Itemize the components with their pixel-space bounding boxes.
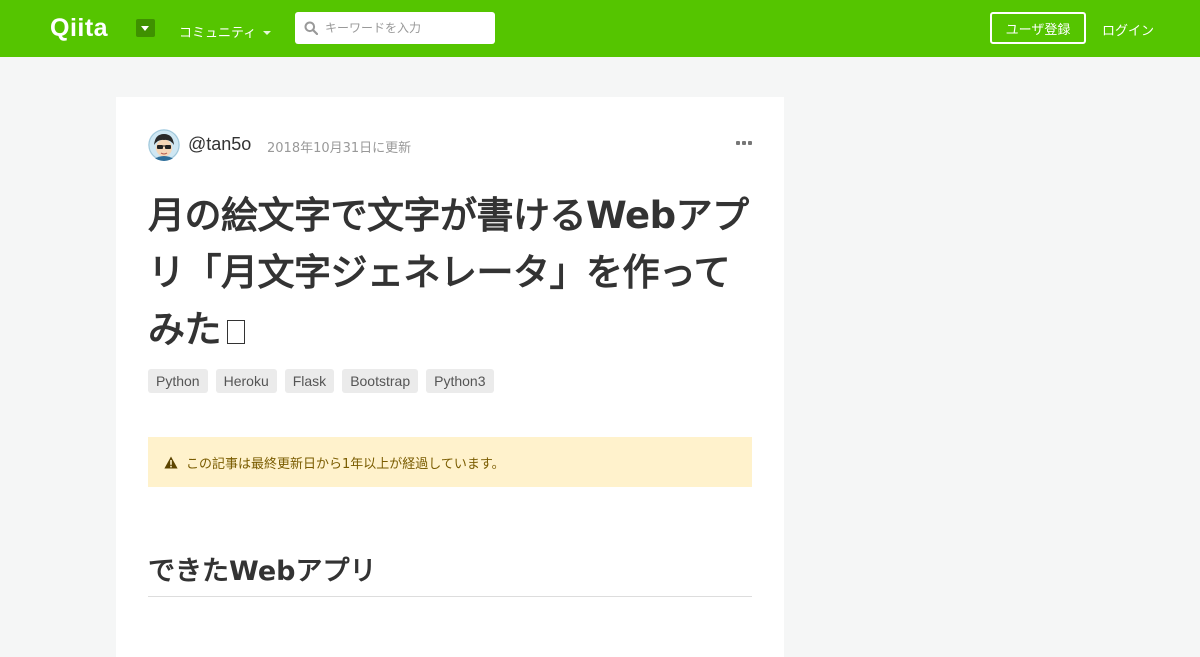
alert-message: この記事は最終更新日から1年以上が経過しています。 — [186, 456, 505, 472]
tag-heroku[interactable]: Heroku — [215, 369, 277, 393]
warning-icon — [164, 456, 178, 468]
tag-bootstrap[interactable]: Bootstrap — [342, 369, 419, 393]
article-title: 月の絵文字で文字が書けるWebアプリ「月文字ジェネレータ」を作ってみた — [148, 187, 758, 358]
tag-flask[interactable]: Flask — [284, 369, 335, 393]
caret-down-icon — [263, 30, 272, 35]
more-icon[interactable] — [733, 135, 755, 151]
chevron-down-icon[interactable] — [136, 19, 155, 37]
author-name[interactable]: @tan5o — [188, 134, 251, 155]
tag-python3[interactable]: Python3 — [426, 369, 494, 393]
search-input[interactable] — [325, 12, 490, 44]
community-menu[interactable]: コミュニティ — [179, 22, 272, 41]
community-label: コミュニティ — [179, 26, 257, 41]
top-navigation-bar: Qiita コミュニティ ユーザ登録 ログイン — [0, 0, 1200, 57]
outdated-article-alert: この記事は最終更新日から1年以上が経過しています。 — [148, 437, 752, 487]
missing-emoji-glyph — [227, 320, 245, 344]
avatar[interactable] — [148, 129, 180, 161]
updated-date: 2018年10月31日に更新 — [267, 141, 412, 156]
search-box[interactable] — [295, 12, 495, 44]
article-card: @tan5o 2018年10月31日に更新 月の絵文字で文字が書けるWebアプリ… — [116, 97, 784, 657]
tag-python[interactable]: Python — [148, 369, 208, 393]
tag-list: Python Heroku Flask Bootstrap Python3 — [148, 369, 494, 393]
search-icon — [304, 21, 318, 35]
qiita-logo[interactable]: Qiita — [50, 14, 108, 43]
login-link[interactable]: ログイン — [1102, 20, 1154, 39]
signup-button[interactable]: ユーザ登録 — [990, 12, 1086, 44]
section-heading: できたWebアプリ — [148, 552, 752, 597]
